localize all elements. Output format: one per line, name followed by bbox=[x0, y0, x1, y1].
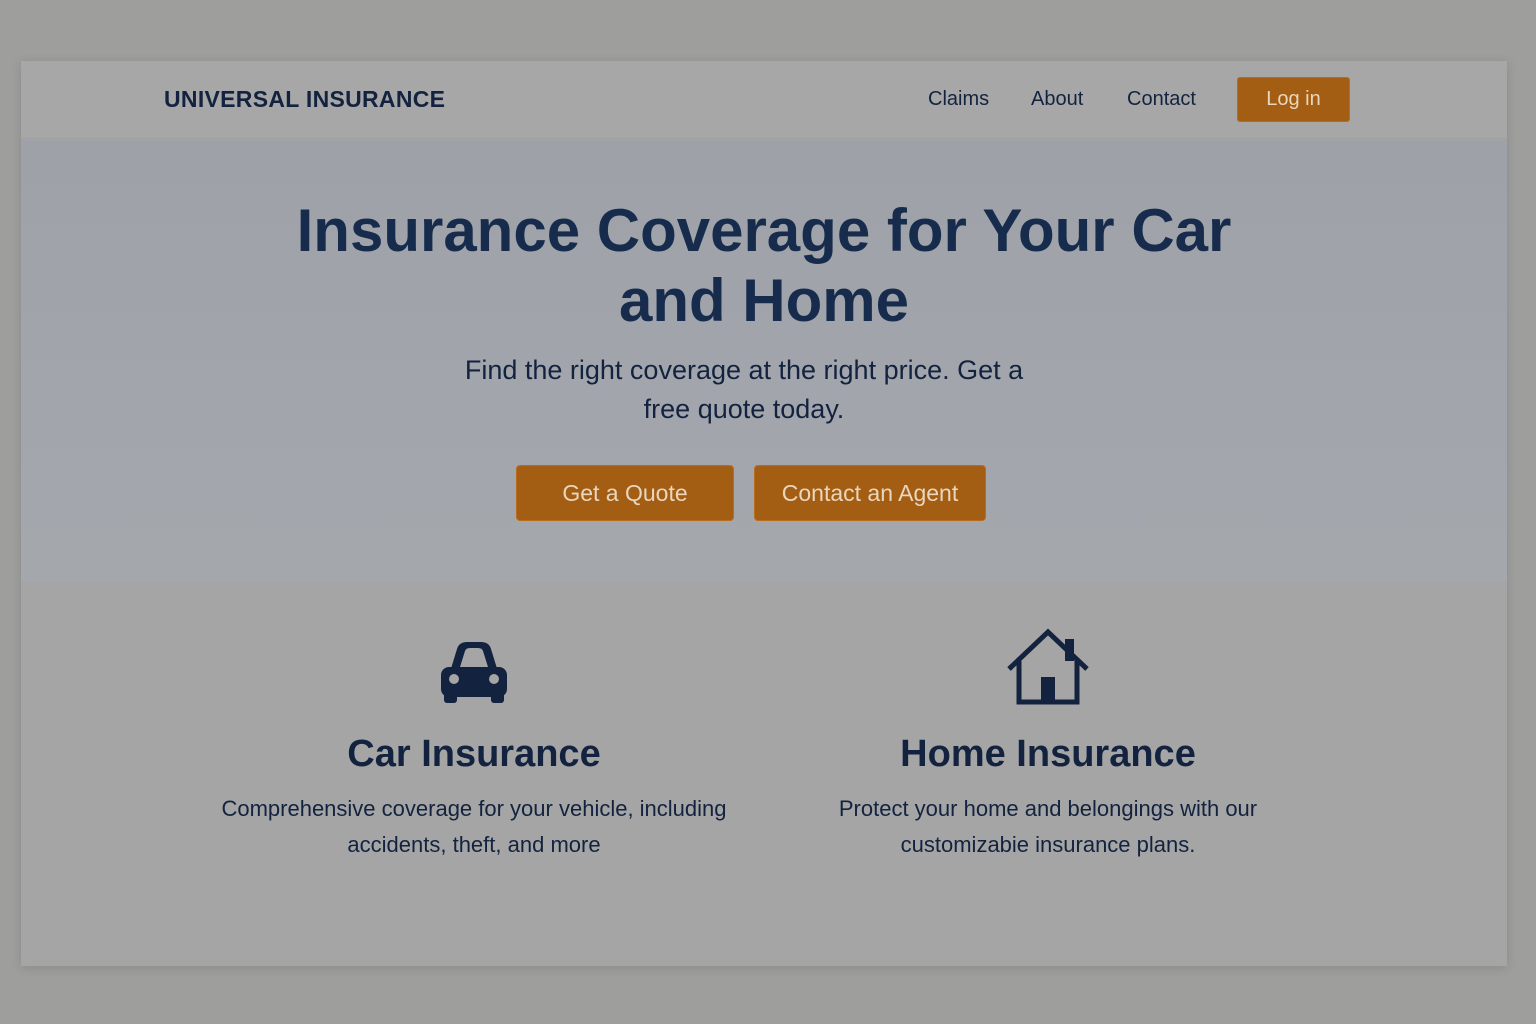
car-insurance-description: Comprehensive coverage for your vehicle,… bbox=[221, 796, 727, 857]
nav-claims-link[interactable]: Claims bbox=[928, 88, 989, 111]
car-icon bbox=[441, 642, 507, 703]
hero-title: Insurance Coverage for Your Car and Home bbox=[296, 197, 1232, 334]
home-insurance-feature: Home Insurance Protect your home and bel… bbox=[788, 627, 1308, 863]
nav-contact-link[interactable]: Contact bbox=[1127, 88, 1196, 111]
login-button[interactable]: Log in bbox=[1237, 77, 1350, 122]
brand-logo[interactable]: UNIVERSAL INSURANCE bbox=[164, 86, 445, 113]
home-insurance-title: Home Insurance bbox=[900, 733, 1196, 775]
get-quote-button[interactable]: Get a Quote bbox=[516, 465, 734, 521]
hero-subtitle: Find the right coverage at the right pri… bbox=[464, 355, 1024, 424]
car-insurance-feature: Car Insurance Comprehensive coverage for… bbox=[214, 627, 734, 863]
page-frame: UNIVERSAL INSURANCE Claims About Contact… bbox=[21, 61, 1507, 966]
home-insurance-description: Protect your home and belongings with ou… bbox=[838, 796, 1258, 857]
site-header: UNIVERSAL INSURANCE Claims About Contact… bbox=[21, 61, 1507, 139]
car-insurance-title: Car Insurance bbox=[347, 733, 601, 775]
nav-about-link[interactable]: About bbox=[1031, 88, 1083, 111]
hero-section: Insurance Coverage for Your Car and Home… bbox=[21, 140, 1507, 581]
house-icon bbox=[1007, 628, 1089, 705]
contact-agent-button[interactable]: Contact an Agent bbox=[754, 465, 986, 521]
